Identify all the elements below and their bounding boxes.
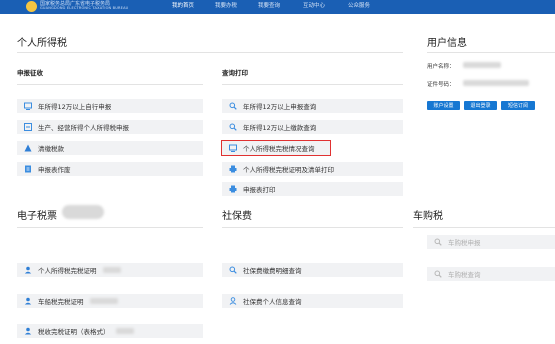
search-icon [434, 238, 442, 246]
divider [17, 227, 203, 228]
divider [413, 227, 555, 228]
redacted-id-number [463, 80, 529, 86]
section-title-user-info: 用户信息 [427, 38, 467, 49]
item-income-tax-certificate[interactable]: 个人所得税完税证明 [17, 263, 203, 277]
nav-home[interactable]: 我的首页 [172, 1, 194, 9]
nav-public[interactable]: 公众服务 [348, 1, 370, 9]
item-business-declare[interactable]: 生产、经营所得个人所得税申报 [17, 120, 203, 134]
divider [17, 52, 403, 53]
nav-query[interactable]: 我要查询 [258, 1, 280, 9]
divider [17, 84, 203, 85]
person-icon [24, 144, 32, 152]
item-tax-certificate-print[interactable]: 个人所得税完税证明及清单打印 [222, 162, 403, 176]
nav-interaction[interactable]: 互动中心 [303, 1, 325, 9]
item-label: 年所得12万以上申报查询 [243, 103, 317, 111]
section-title-e-ticket: 电子税票 [17, 211, 57, 222]
user-name-label: 用户名称： [427, 64, 455, 70]
search-icon [229, 123, 237, 131]
printer-icon [229, 185, 237, 193]
item-label: 车购税查询 [448, 271, 481, 279]
item-vehicle-tax-query[interactable]: 车购税查询 [427, 267, 555, 281]
section-title-vehicle-purchase-tax: 车购税 [413, 211, 443, 222]
item-label: 年所得12万以上自行申报 [38, 103, 112, 111]
search-icon [229, 102, 237, 110]
logo-emblem-icon [26, 1, 37, 12]
form-icon [24, 123, 32, 131]
item-tax-payment-status-query[interactable]: 个人所得税完税情况查询 [221, 140, 331, 156]
subtitle-declare: 申报征收 [17, 69, 43, 77]
item-clear-tax[interactable]: 清缴税款 [17, 141, 203, 155]
item-label: 生产、经营所得个人所得税申报 [38, 124, 129, 132]
redacted-text [89, 298, 118, 304]
document-icon [24, 165, 32, 173]
nav-tax[interactable]: 我要办税 [215, 1, 237, 9]
item-label: 税收完税证明（表格式） [38, 328, 110, 336]
account-settings-button[interactable]: 账户设置 [427, 101, 460, 110]
item-label: 申报表作废 [38, 166, 71, 174]
divider [222, 84, 403, 85]
redacted-text [115, 328, 134, 334]
item-label: 年所得12万以上缴款查询 [243, 124, 317, 132]
item-label: 个人所得税完税情况查询 [243, 145, 315, 153]
item-vehicle-tax-declare[interactable]: 车购税申报 [427, 235, 555, 249]
item-annual-self-declare[interactable]: 年所得12万以上自行申报 [17, 99, 203, 113]
item-annual-declare-query[interactable]: 年所得12万以上申报查询 [222, 99, 403, 113]
item-tax-payment-certificate[interactable]: 税收完税证明（表格式） [17, 324, 203, 338]
person-outline-icon [229, 297, 237, 305]
redacted-badge [62, 205, 104, 219]
person-icon [24, 266, 32, 274]
person-icon [24, 327, 32, 335]
screen-icon [229, 144, 237, 152]
redacted-text [102, 267, 121, 273]
divider [222, 227, 403, 228]
item-annual-payment-query[interactable]: 年所得12万以上缴款查询 [222, 120, 403, 134]
divider [427, 52, 555, 53]
item-label: 车购税申报 [448, 239, 481, 247]
id-number-label: 证件号码： [427, 82, 455, 88]
search-icon [229, 266, 237, 274]
item-label: 社保费个人信息查询 [243, 298, 302, 306]
search-icon [434, 270, 442, 278]
item-label: 申报表打印 [243, 186, 276, 194]
section-title-personal-tax: 个人所得税 [17, 38, 67, 49]
item-declaration-print[interactable]: 申报表打印 [222, 182, 403, 196]
item-label: 社保费缴费明细查询 [243, 267, 302, 275]
logout-button[interactable]: 退出登录 [464, 101, 497, 110]
item-void-declaration[interactable]: 申报表作废 [17, 162, 203, 176]
item-label: 清缴税款 [38, 145, 64, 153]
sms-subscribe-button[interactable]: 短信订阅 [501, 101, 535, 110]
item-label: 个人所得税完税证明及清单打印 [243, 166, 334, 174]
section-title-social-insurance: 社保费 [222, 211, 252, 222]
top-nav-bar: 国家税务总局广东省电子税务局 GUANGDONG ELECTRONIC TAXA… [0, 0, 555, 14]
item-social-payment-detail-query[interactable]: 社保费缴费明细查询 [222, 263, 403, 277]
item-label: 车船税完税证明 [38, 298, 84, 306]
item-label: 个人所得税完税证明 [38, 267, 97, 275]
person-icon [24, 297, 32, 305]
item-social-personal-info-query[interactable]: 社保费个人信息查询 [222, 294, 403, 308]
logo-subtitle: GUANGDONG ELECTRONIC TAXATION BUREAU [40, 6, 129, 10]
redacted-user-name [463, 62, 501, 68]
screen-icon [24, 102, 32, 110]
printer-icon [229, 165, 237, 173]
item-vehicle-tax-certificate[interactable]: 车船税完税证明 [17, 294, 203, 308]
subtitle-query: 查询打印 [222, 69, 248, 77]
